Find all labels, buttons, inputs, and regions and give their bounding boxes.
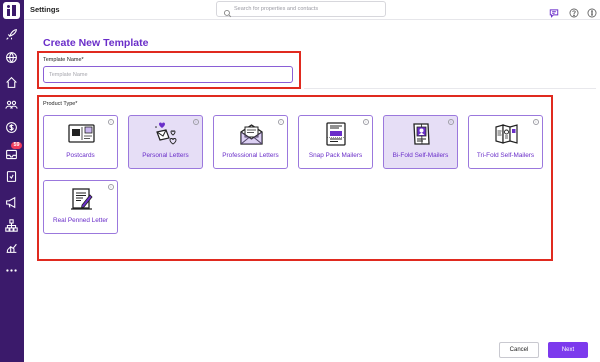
snap-pack-icon	[323, 122, 350, 146]
search-icon	[223, 5, 232, 18]
home-icon[interactable]	[5, 76, 18, 89]
product-card-snap-pack-mailers[interactable]: i Snap Pack Mailers	[298, 115, 373, 169]
sidebar: 59	[0, 0, 24, 362]
tri-fold-icon	[493, 122, 520, 146]
card-label: Bi-Fold Self-Mailers	[392, 152, 449, 159]
info-icon[interactable]: i	[193, 119, 199, 125]
product-card-bi-fold-self-mailers[interactable]: i Bi-Fold Self-Mailers	[383, 115, 458, 169]
help-icon[interactable]	[569, 5, 579, 18]
info-icon[interactable]: i	[448, 119, 454, 125]
main-content: Create New Template Template Name* Produ…	[24, 20, 600, 362]
product-card-personal-letters[interactable]: i Personal Letters	[128, 115, 203, 169]
search-box[interactable]	[216, 1, 386, 18]
analytics-icon[interactable]	[5, 241, 18, 254]
product-card-professional-letters[interactable]: i Professional Letters	[213, 115, 288, 169]
divider	[304, 88, 596, 89]
inbox-icon[interactable]	[5, 148, 18, 161]
product-card-real-penned-letter[interactable]: i Real Penned Letter	[43, 180, 118, 234]
next-button[interactable]: Next	[548, 342, 588, 358]
card-label: Personal Letters	[142, 152, 189, 159]
info-icon[interactable]: i	[363, 119, 369, 125]
template-name-input[interactable]	[43, 66, 293, 83]
info-icon[interactable]: i	[108, 119, 114, 125]
bi-fold-icon	[408, 122, 435, 146]
hierarchy-icon[interactable]	[5, 219, 18, 232]
cancel-button[interactable]: Cancel	[499, 342, 539, 358]
info-icon[interactable]: i	[108, 184, 114, 190]
logo[interactable]	[3, 2, 20, 19]
card-label: Snap Pack Mailers	[308, 152, 363, 159]
document-icon[interactable]	[5, 170, 18, 183]
penned-letter-icon	[68, 187, 95, 211]
app-title: Settings	[30, 5, 60, 14]
megaphone-icon[interactable]	[5, 196, 18, 209]
personal-letter-icon	[153, 122, 180, 146]
postcard-icon	[68, 122, 95, 146]
search-input[interactable]	[234, 3, 382, 15]
inbox-badge: 59	[11, 142, 22, 149]
rocket-icon[interactable]	[5, 28, 18, 41]
chat-icon[interactable]	[549, 5, 559, 18]
card-label: Tri-Fold Self-Mailers	[476, 152, 535, 159]
info-icon[interactable]: i	[533, 119, 539, 125]
template-name-label: Template Name*	[43, 57, 84, 63]
card-label: Professional Letters	[222, 152, 279, 159]
more-vertical-icon[interactable]	[587, 5, 597, 18]
product-type-label: Product Type*	[43, 101, 78, 107]
more-icon[interactable]	[5, 264, 18, 277]
globe-icon[interactable]	[5, 51, 18, 64]
product-card-tri-fold-self-mailers[interactable]: i Tri-Fold Self-Mailers	[468, 115, 543, 169]
professional-letter-icon	[238, 122, 265, 146]
dollar-icon[interactable]	[5, 121, 18, 134]
card-label: Postcards	[66, 152, 95, 159]
card-label: Real Penned Letter	[52, 217, 109, 224]
top-bar: Settings	[24, 0, 600, 20]
info-icon[interactable]: i	[278, 119, 284, 125]
contacts-icon[interactable]	[5, 98, 18, 111]
page-title: Create New Template	[43, 37, 149, 49]
product-card-postcards[interactable]: i Postcards	[43, 115, 118, 169]
